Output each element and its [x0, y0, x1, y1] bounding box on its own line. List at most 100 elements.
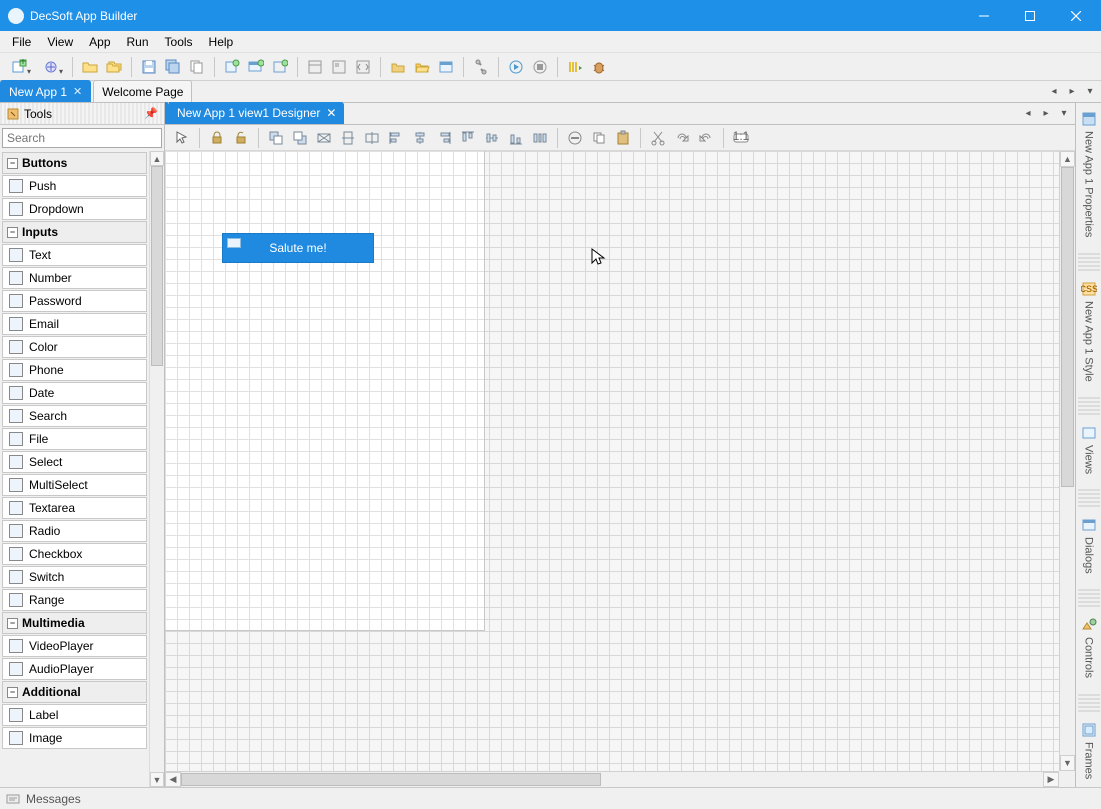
align-center-v-button[interactable] [481, 127, 503, 149]
bring-front-button[interactable] [265, 127, 287, 149]
menu-file[interactable]: File [4, 33, 39, 51]
scroll-down-icon[interactable]: ▼ [1060, 755, 1075, 771]
canvas-vscrollbar[interactable]: ▲ ▼ [1059, 151, 1075, 771]
folder-tool-button[interactable] [387, 56, 409, 78]
tab-next-icon[interactable]: ▸ [1039, 105, 1053, 121]
open-folder-button[interactable] [79, 56, 101, 78]
collapse-icon[interactable]: − [7, 687, 18, 698]
scroll-thumb[interactable] [1061, 167, 1074, 487]
tools-search-input[interactable] [2, 128, 162, 148]
app-resources-button[interactable] [328, 56, 350, 78]
app-tab-newapp1[interactable]: New App 1 ✕ [0, 80, 91, 102]
tools-scrollbar[interactable]: ▲ ▼ [149, 151, 164, 787]
tool-item-image[interactable]: Image [2, 727, 147, 749]
tool-item-date[interactable]: Date [2, 382, 147, 404]
collapse-icon[interactable]: − [7, 158, 18, 169]
add-view-button[interactable] [221, 56, 243, 78]
close-button[interactable] [1053, 0, 1099, 31]
scroll-left-icon[interactable]: ◀ [165, 772, 181, 787]
pin-icon[interactable]: 📌 [144, 107, 158, 120]
same-height-button[interactable] [361, 127, 383, 149]
align-top-button[interactable] [457, 127, 479, 149]
tab-menu-icon[interactable]: ▾ [1083, 83, 1097, 99]
menu-app[interactable]: App [81, 33, 118, 51]
tool-item-password[interactable]: Password [2, 290, 147, 312]
tool-item-checkbox[interactable]: Checkbox [2, 543, 147, 565]
add-frame-button[interactable] [269, 56, 291, 78]
app-files-button[interactable] [304, 56, 326, 78]
right-tab-controls[interactable]: Controls [1078, 613, 1100, 686]
new-app-button[interactable]: + [4, 56, 34, 78]
tab-prev-icon[interactable]: ◂ [1021, 105, 1035, 121]
undo-button[interactable] [695, 127, 717, 149]
designer-tab-view1[interactable]: New App 1 view1 Designer ✕ [169, 102, 344, 124]
save-button[interactable] [138, 56, 160, 78]
right-tab-frames[interactable]: Frames [1078, 718, 1100, 787]
tool-item-text[interactable]: Text [2, 244, 147, 266]
scroll-up-icon[interactable]: ▲ [150, 151, 164, 166]
right-tab-views[interactable]: Views [1078, 421, 1100, 482]
menu-help[interactable]: Help [201, 33, 242, 51]
menu-tools[interactable]: Tools [157, 33, 201, 51]
send-back-button[interactable] [289, 127, 311, 149]
tool-item-textarea[interactable]: Textarea [2, 497, 147, 519]
open-app-button[interactable] [36, 56, 66, 78]
cut-button[interactable] [647, 127, 669, 149]
scroll-thumb[interactable] [181, 773, 601, 786]
close-tab-icon[interactable]: ✕ [326, 106, 336, 120]
copy-doc-button[interactable] [186, 56, 208, 78]
pointer-tool-button[interactable] [171, 127, 193, 149]
align-right-button[interactable] [433, 127, 455, 149]
open-multi-button[interactable] [103, 56, 125, 78]
menu-run[interactable]: Run [119, 33, 157, 51]
tool-item-email[interactable]: Email [2, 313, 147, 335]
add-dialog-button[interactable] [245, 56, 267, 78]
align-bottom-button[interactable] [505, 127, 527, 149]
tab-menu-icon[interactable]: ▾ [1057, 105, 1071, 121]
right-tab-style[interactable]: css New App 1 Style [1078, 277, 1100, 390]
scroll-up-icon[interactable]: ▲ [1060, 151, 1075, 167]
copy-button[interactable] [588, 127, 610, 149]
design-viewport[interactable]: Salute me! [165, 151, 485, 631]
same-width-button[interactable] [337, 127, 359, 149]
maximize-button[interactable] [1007, 0, 1053, 31]
app-tab-welcome[interactable]: Welcome Page [93, 80, 192, 102]
right-tab-dialogs[interactable]: Dialogs [1078, 513, 1100, 582]
tool-item-range[interactable]: Range [2, 589, 147, 611]
tool-item-multiselect[interactable]: MultiSelect [2, 474, 147, 496]
right-tab-properties[interactable]: New App 1 Properties [1078, 107, 1100, 245]
redo-button[interactable] [671, 127, 693, 149]
tool-item-file[interactable]: File [2, 428, 147, 450]
run-button[interactable] [505, 56, 527, 78]
align-center-h-button[interactable] [409, 127, 431, 149]
tool-group-buttons[interactable]: −Buttons [2, 152, 147, 174]
folder-open-tool-button[interactable] [411, 56, 433, 78]
canvas-hscrollbar[interactable]: ◀ ▶ [165, 771, 1059, 787]
tool-item-dropdown[interactable]: Dropdown [2, 198, 147, 220]
tool-item-select[interactable]: Select [2, 451, 147, 473]
close-tab-icon[interactable]: ✕ [73, 85, 82, 98]
collapse-icon[interactable]: − [7, 618, 18, 629]
tool-item-radio[interactable]: Radio [2, 520, 147, 542]
app-scripts-button[interactable] [352, 56, 374, 78]
settings-button[interactable] [470, 56, 492, 78]
tool-item-push[interactable]: Push [2, 175, 147, 197]
tool-item-search[interactable]: Search [2, 405, 147, 427]
messages-label[interactable]: Messages [26, 792, 81, 806]
tool-item-audioplayer[interactable]: AudioPlayer [2, 658, 147, 680]
tool-group-multimedia[interactable]: −Multimedia [2, 612, 147, 634]
paste-button[interactable] [612, 127, 634, 149]
scroll-right-icon[interactable]: ▶ [1043, 772, 1059, 787]
tab-prev-icon[interactable]: ◂ [1047, 83, 1061, 99]
tool-group-inputs[interactable]: −Inputs [2, 221, 147, 243]
tool-item-number[interactable]: Number [2, 267, 147, 289]
messages-icon[interactable] [6, 792, 20, 806]
menu-view[interactable]: View [39, 33, 81, 51]
delete-button[interactable] [564, 127, 586, 149]
tool-group-additional[interactable]: −Additional [2, 681, 147, 703]
unlock-button[interactable] [230, 127, 252, 149]
scroll-down-icon[interactable]: ▼ [150, 772, 164, 787]
scroll-thumb[interactable] [151, 166, 163, 366]
canvas-grid[interactable]: Salute me! [165, 151, 1075, 771]
align-left-button[interactable] [385, 127, 407, 149]
